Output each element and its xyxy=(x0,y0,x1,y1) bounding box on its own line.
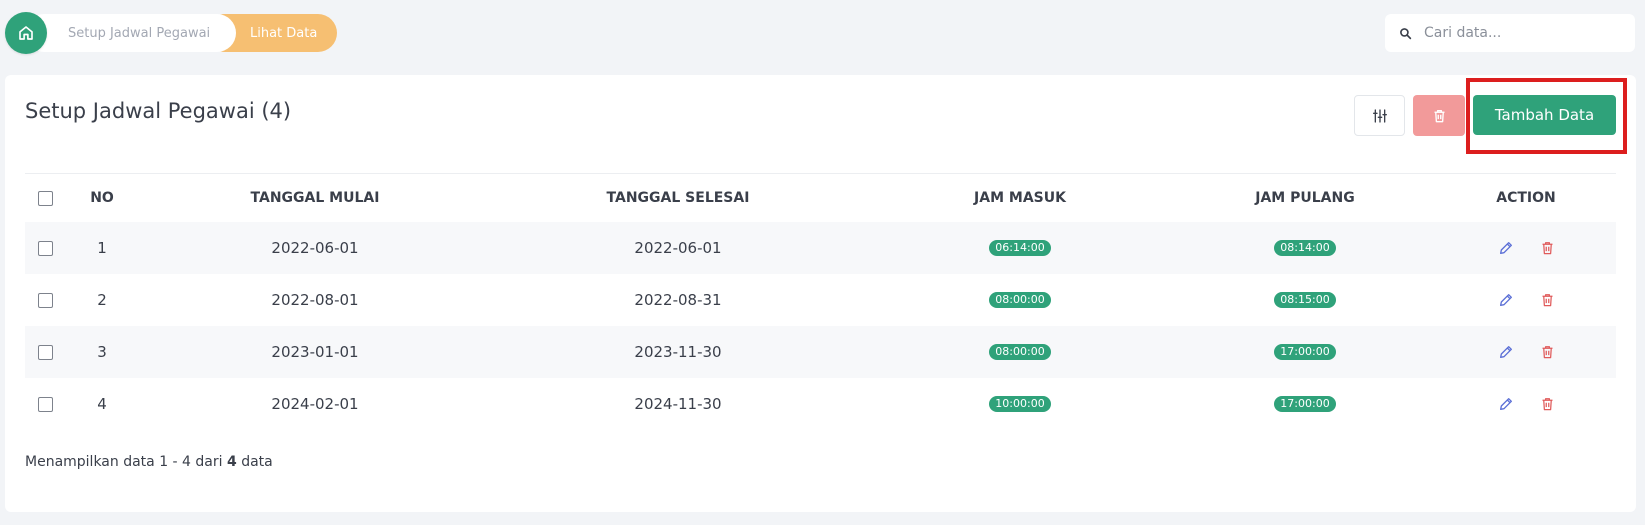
sliders-icon xyxy=(1372,108,1387,123)
main-card: Setup Jadwal Pegawai (4) Tambah Data NO … xyxy=(5,75,1636,512)
time-badge: 08:15:00 xyxy=(1274,292,1336,308)
filter-button[interactable] xyxy=(1354,95,1405,136)
cell-jam-pulang: 17:00:00 xyxy=(1200,378,1410,430)
time-badge: 10:00:00 xyxy=(989,396,1051,412)
cell-jam-pulang: 08:14:00 xyxy=(1200,222,1410,274)
header-no[interactable]: NO xyxy=(77,174,127,222)
cell-tanggal-mulai: 2023-01-01 xyxy=(271,343,359,361)
cell-no: 2 xyxy=(97,291,107,309)
cell-jam-pulang: 17:00:00 xyxy=(1200,326,1410,378)
cell-tanggal-mulai: 2022-08-01 xyxy=(271,291,359,309)
header-jam-masuk[interactable]: JAM MASUK xyxy=(915,174,1125,222)
pagination-total: 4 xyxy=(226,454,237,470)
cell-action xyxy=(1436,274,1616,326)
row-select-cell xyxy=(25,274,65,326)
schedule-table: NO TANGGAL MULAI TANGGAL SELESAI JAM MAS… xyxy=(25,173,1616,430)
edit-icon[interactable] xyxy=(1498,292,1514,308)
table-header-row: NO TANGGAL MULAI TANGGAL SELESAI JAM MAS… xyxy=(25,174,1616,222)
cell-action xyxy=(1436,326,1616,378)
row-checkbox[interactable] xyxy=(37,240,53,256)
cell-jam-masuk: 06:14:00 xyxy=(915,222,1125,274)
select-all-cell xyxy=(25,174,65,222)
top-bar: Setup Jadwal Pegawai Lihat Data xyxy=(5,12,1635,55)
search-icon xyxy=(1400,27,1412,39)
delete-icon[interactable] xyxy=(1540,240,1555,256)
table-row: 3 2023-01-01 2023-11-30 08:00:00 17:00:0… xyxy=(25,326,1616,378)
cell-tanggal-selesai: 2022-06-01 xyxy=(634,239,722,257)
cell-jam-masuk: 10:00:00 xyxy=(915,378,1125,430)
cell-no: 4 xyxy=(97,395,107,413)
pagination-suffix: data xyxy=(241,454,273,470)
pagination-info: Menampilkan data 1 - 4 dari 4 data xyxy=(25,454,273,470)
row-checkbox[interactable] xyxy=(37,292,53,308)
row-select-cell xyxy=(25,222,65,274)
delete-icon[interactable] xyxy=(1540,292,1555,308)
search-input[interactable] xyxy=(1424,25,1624,41)
delete-icon[interactable] xyxy=(1540,344,1555,360)
edit-icon[interactable] xyxy=(1498,344,1514,360)
cell-jam-masuk: 08:00:00 xyxy=(915,274,1125,326)
pagination-prefix: Menampilkan data 1 - 4 dari xyxy=(25,454,223,470)
search-box[interactable] xyxy=(1385,14,1635,52)
row-select-cell xyxy=(25,378,65,430)
edit-icon[interactable] xyxy=(1498,240,1514,256)
cell-jam-pulang: 08:15:00 xyxy=(1200,274,1410,326)
cell-jam-masuk: 08:00:00 xyxy=(915,326,1125,378)
breadcrumb-item-setup[interactable]: Setup Jadwal Pegawai xyxy=(25,14,236,52)
edit-icon[interactable] xyxy=(1498,396,1514,412)
bulk-delete-button[interactable] xyxy=(1413,95,1465,136)
cell-tanggal-mulai: 2022-06-01 xyxy=(271,239,359,257)
time-badge: 08:14:00 xyxy=(1274,240,1336,256)
time-badge: 17:00:00 xyxy=(1274,396,1336,412)
cell-tanggal-selesai: 2022-08-31 xyxy=(634,291,722,309)
row-checkbox[interactable] xyxy=(37,344,53,360)
cell-no: 1 xyxy=(97,239,107,257)
home-icon xyxy=(19,26,33,40)
trash-icon xyxy=(1434,109,1444,122)
cell-tanggal-selesai: 2024-11-30 xyxy=(634,395,722,413)
cell-action xyxy=(1436,378,1616,430)
table-row: 1 2022-06-01 2022-06-01 06:14:00 08:14:0… xyxy=(25,222,1616,274)
header-tanggal-selesai[interactable]: TANGGAL SELESAI xyxy=(553,174,803,222)
delete-icon[interactable] xyxy=(1540,396,1555,412)
time-badge: 08:00:00 xyxy=(989,344,1051,360)
page-title: Setup Jadwal Pegawai (4) xyxy=(25,99,292,123)
time-badge: 06:14:00 xyxy=(989,240,1051,256)
header-tanggal-mulai[interactable]: TANGGAL MULAI xyxy=(190,174,440,222)
table-row: 4 2024-02-01 2024-11-30 10:00:00 17:00:0… xyxy=(25,378,1616,430)
cell-no: 3 xyxy=(97,343,107,361)
select-all-checkbox[interactable] xyxy=(37,190,53,206)
header-jam-pulang[interactable]: JAM PULANG xyxy=(1200,174,1410,222)
time-badge: 08:00:00 xyxy=(989,292,1051,308)
home-button[interactable] xyxy=(5,12,47,54)
row-checkbox[interactable] xyxy=(37,396,53,412)
cell-tanggal-mulai: 2024-02-01 xyxy=(271,395,359,413)
table-row: 2 2022-08-01 2022-08-31 08:00:00 08:15:0… xyxy=(25,274,1616,326)
cell-tanggal-selesai: 2023-11-30 xyxy=(634,343,722,361)
cell-action xyxy=(1436,222,1616,274)
row-select-cell xyxy=(25,326,65,378)
header-action: ACTION xyxy=(1496,190,1556,206)
add-data-button[interactable]: Tambah Data xyxy=(1473,95,1616,135)
time-badge: 17:00:00 xyxy=(1274,344,1336,360)
